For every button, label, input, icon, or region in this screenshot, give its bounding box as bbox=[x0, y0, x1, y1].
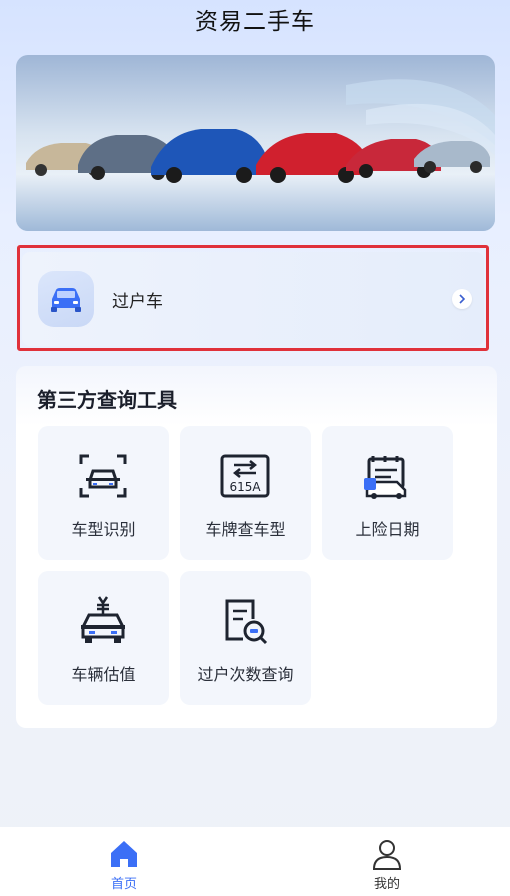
tool-plate-lookup[interactable]: 615A 车牌查车型 bbox=[180, 426, 311, 560]
nav-mine[interactable]: 我的 bbox=[327, 827, 447, 892]
plate-text: 615A bbox=[229, 480, 261, 494]
tool-label: 车牌查车型 bbox=[205, 520, 286, 539]
tool-label: 车型识别 bbox=[71, 520, 136, 539]
home-icon bbox=[111, 841, 137, 867]
nav-mine-label: 我的 bbox=[373, 877, 400, 892]
selection-highlight bbox=[17, 245, 489, 351]
tool-label: 过户次数查询 bbox=[197, 665, 294, 684]
tool-vehicle-valuation[interactable]: 车辆估值 bbox=[38, 571, 169, 705]
nav-home[interactable]: 首页 bbox=[64, 827, 184, 892]
license-plate-icon: 615A bbox=[220, 454, 270, 498]
tool-transfer-count-query[interactable]: 过户次数查询 bbox=[180, 571, 311, 705]
bottom-nav: 首页 我的 bbox=[0, 827, 510, 896]
tool-label: 车辆估值 bbox=[71, 665, 136, 684]
banner-cars-illustration bbox=[16, 79, 495, 231]
tool-label: 上险日期 bbox=[355, 520, 420, 539]
user-icon bbox=[372, 840, 402, 870]
car-scan-icon bbox=[79, 454, 127, 498]
document-search-icon bbox=[225, 599, 268, 645]
app-header: 资易二手车 bbox=[0, 0, 510, 40]
third-party-tools-panel: 第三方查询工具 车型识别 615A 车牌查车型 上险日期 车辆估值 过户次数查询 bbox=[16, 366, 497, 728]
promo-banner[interactable] bbox=[16, 55, 495, 231]
page-title: 资易二手车 bbox=[195, 9, 315, 35]
tool-insurance-date[interactable]: 上险日期 bbox=[322, 426, 453, 560]
tool-car-model-recognition[interactable]: 车型识别 bbox=[38, 426, 169, 560]
insurance-calendar-icon bbox=[364, 456, 407, 499]
car-price-icon bbox=[81, 596, 125, 643]
nav-home-label: 首页 bbox=[110, 877, 137, 892]
tools-title: 第三方查询工具 bbox=[37, 388, 177, 412]
